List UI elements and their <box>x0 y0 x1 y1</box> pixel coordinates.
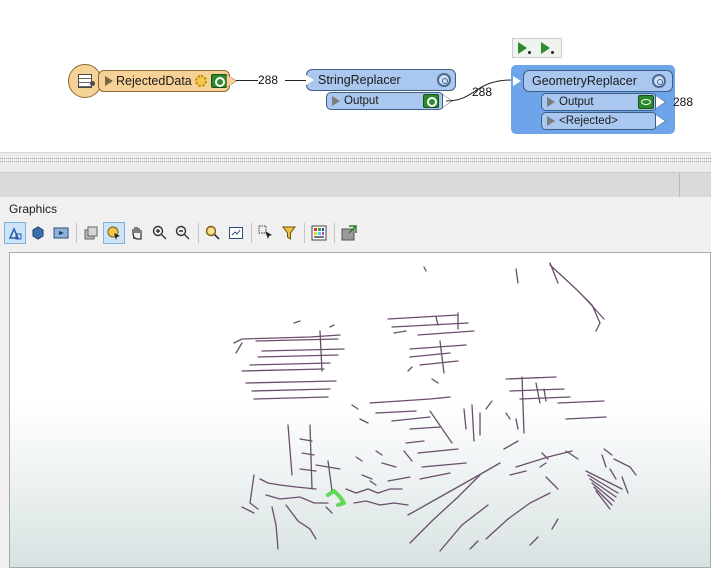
stringreplacer-output-port[interactable]: Output <box>326 92 444 110</box>
reader-node-badge <box>68 64 102 98</box>
3d-view-icon[interactable] <box>27 222 49 244</box>
port-label: <Rejected> <box>559 115 618 127</box>
run-to-this-icon[interactable] <box>518 42 527 54</box>
geometryreplacer-header: GeometryReplacer <box>513 70 673 92</box>
connection-line <box>285 80 307 81</box>
reader-node-title: RejectedData <box>116 74 192 88</box>
stringreplacer-header: StringReplacer <box>306 69 456 91</box>
workflow-canvas[interactable]: RejectedData 288 StringReplacer Output 2… <box>0 0 711 152</box>
pan-hand-icon[interactable] <box>126 222 148 244</box>
feature-count-label: 288 <box>258 73 279 87</box>
geometryreplacer-output-port[interactable]: Output <box>541 93 657 111</box>
layers-icon[interactable] <box>80 222 102 244</box>
feature-count-label: 288 <box>472 85 493 99</box>
inspect-eye-icon[interactable] <box>638 95 654 109</box>
select-info-icon[interactable] <box>103 222 125 244</box>
reader-node-body: RejectedData <box>98 70 230 92</box>
reader-sun-icon <box>195 75 207 87</box>
zoom-out-icon[interactable] <box>172 222 194 244</box>
geometry-linework <box>233 262 637 552</box>
geometryreplacer-rejected-port[interactable]: <Rejected> <box>541 112 657 130</box>
zoom-in-icon[interactable] <box>149 222 171 244</box>
background-color-icon[interactable] <box>308 222 330 244</box>
filter-icon[interactable] <box>278 222 300 244</box>
graphics-view[interactable] <box>9 252 711 568</box>
geometryreplacer-input-port[interactable] <box>513 76 521 86</box>
panel-header-bar <box>0 172 711 198</box>
select-pointer-icon[interactable] <box>255 222 277 244</box>
stringreplacer-title: StringReplacer <box>318 73 401 87</box>
settings-gear-icon[interactable] <box>652 74 666 88</box>
port-label: Output <box>559 96 594 108</box>
run-to-here-buttons <box>512 38 562 58</box>
port-expand-icon[interactable] <box>547 116 555 126</box>
panel-title: Graphics <box>9 202 58 216</box>
port-label: Output <box>344 95 379 107</box>
inspect-zoom-icon[interactable] <box>202 222 224 244</box>
reader-node-rejecteddata[interactable]: RejectedData <box>68 64 238 98</box>
port-expand-icon[interactable] <box>547 97 555 107</box>
run-step-icon[interactable] <box>541 42 550 54</box>
transformer-geometryreplacer[interactable]: GeometryReplacer Output <Rejected> <box>511 65 675 134</box>
panel-splitter[interactable] <box>0 152 711 173</box>
graphics-panel: Graphics <box>0 197 711 568</box>
graphics-toolbar <box>4 221 361 245</box>
export-icon[interactable] <box>338 222 360 244</box>
inspect-feature-cache-icon[interactable] <box>423 94 439 108</box>
port-expand-icon[interactable] <box>332 96 340 106</box>
playback-icon[interactable] <box>50 222 72 244</box>
select-shape-icon[interactable] <box>4 222 26 244</box>
geometryreplacer-title: GeometryReplacer <box>532 74 637 88</box>
stringreplacer-input-port[interactable] <box>306 75 314 85</box>
transformer-stringreplacer[interactable]: StringReplacer Output <box>306 69 458 113</box>
reader-expand-icon[interactable] <box>105 76 113 86</box>
connection-line <box>236 80 258 81</box>
feature-count-label: 288 <box>673 95 694 109</box>
zoom-extents-icon[interactable] <box>225 222 247 244</box>
inspect-feature-cache-icon[interactable] <box>211 74 227 88</box>
